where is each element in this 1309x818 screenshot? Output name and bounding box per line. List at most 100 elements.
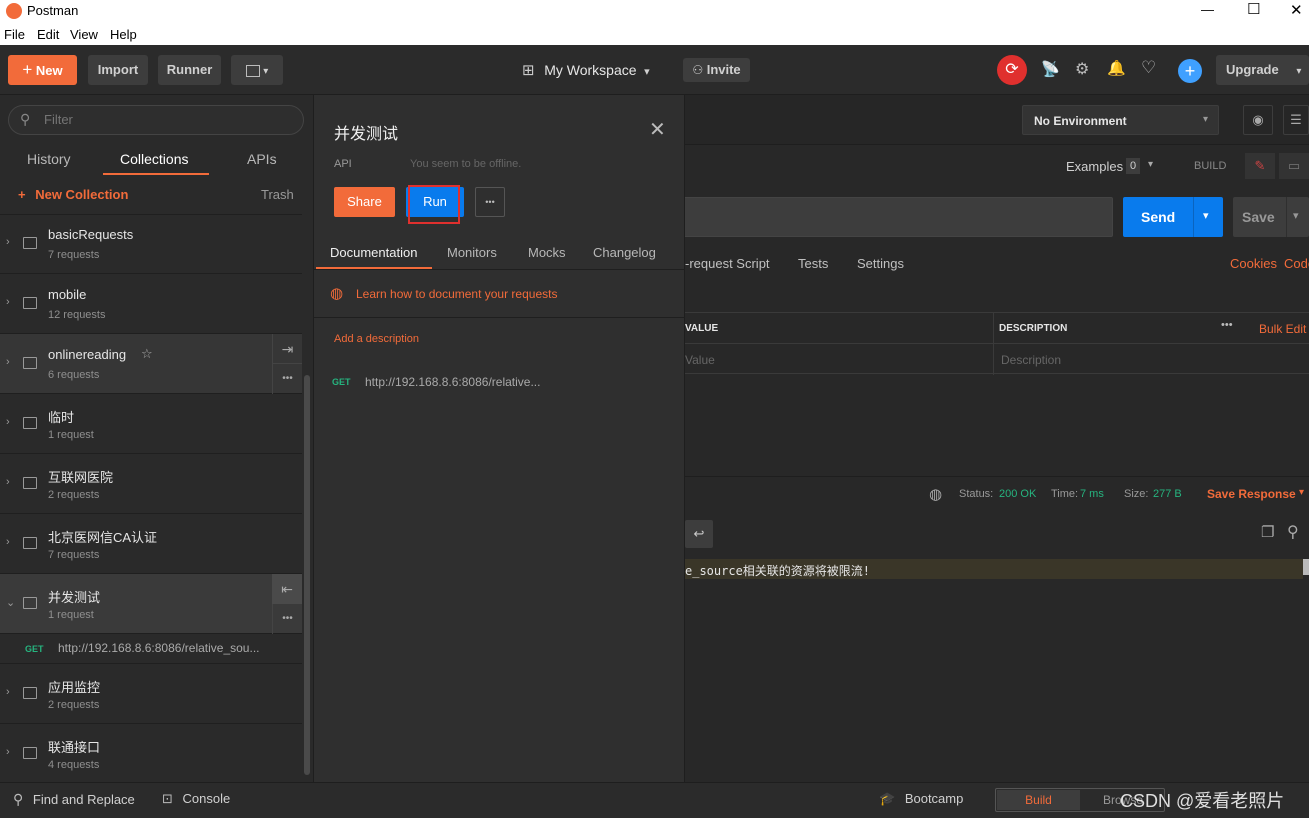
new-button[interactable]: + New: [8, 55, 77, 85]
filter-input-wrap[interactable]: ⚲: [8, 105, 304, 135]
workspace-switcher[interactable]: ⊞ My Workspace ▾: [522, 61, 650, 81]
more-options-button[interactable]: •••: [475, 187, 505, 217]
tab-apis[interactable]: APIs: [247, 151, 277, 167]
learn-docs-link[interactable]: Learn how to document your requests: [356, 287, 557, 301]
collection-item[interactable]: › 联通接口 4 requests: [0, 724, 302, 784]
tab-history[interactable]: History: [27, 151, 71, 167]
collection-item[interactable]: › basicRequests 7 requests: [0, 214, 302, 274]
url-input[interactable]: [685, 197, 1113, 237]
tab-monitors[interactable]: Monitors: [447, 245, 497, 260]
menu-help[interactable]: Help: [110, 27, 137, 42]
new-window-button[interactable]: ▾: [231, 55, 283, 85]
wrap-lines-button[interactable]: ↩: [685, 520, 713, 548]
sync-icon[interactable]: ⟳: [997, 55, 1027, 85]
chevron-down-icon[interactable]: ▾: [1148, 159, 1153, 170]
search-icon[interactable]: ⚲: [1287, 522, 1299, 542]
tab-collections[interactable]: Collections: [120, 151, 188, 167]
collection-item[interactable]: › onlinereading ☆ 6 requests ⇥ •••: [0, 334, 302, 394]
collection-item[interactable]: › mobile 12 requests: [0, 274, 302, 334]
description-input[interactable]: Description: [1001, 353, 1061, 367]
request-url[interactable]: http://192.168.8.6:8086/relative...: [365, 375, 540, 389]
status-label: Status:: [959, 488, 994, 500]
more-options-icon[interactable]: •••: [1221, 319, 1233, 331]
filter-input[interactable]: [44, 112, 284, 127]
close-button[interactable]: ✕: [1290, 1, 1303, 19]
console-button[interactable]: ⊡ Console: [162, 791, 230, 807]
collection-count: 1 request: [48, 609, 94, 621]
share-button[interactable]: Share: [334, 187, 395, 217]
save-button[interactable]: Save ▾: [1233, 197, 1309, 237]
build-mode-button[interactable]: Build: [997, 790, 1080, 810]
edit-pencil-icon[interactable]: ✎: [1245, 153, 1275, 179]
run-button-highlight: [408, 185, 460, 224]
notifications-bell-icon[interactable]: 🔔: [1107, 59, 1126, 77]
tab-changelog[interactable]: Changelog: [593, 245, 656, 260]
new-collection-button[interactable]: + New Collection: [18, 187, 128, 202]
environment-select[interactable]: No Environment ▾: [1022, 105, 1219, 135]
console-icon: ⊡: [162, 791, 173, 806]
send-button[interactable]: Send ▾: [1123, 197, 1223, 237]
collection-item-active[interactable]: ⌄ 并发测试 1 request ⇤ •••: [0, 574, 302, 634]
tab-tests[interactable]: Tests: [798, 256, 828, 271]
environment-quick-look[interactable]: ◉: [1243, 105, 1273, 135]
sidebar-scrollbar[interactable]: [304, 375, 310, 775]
collection-item[interactable]: › 北京医网信CA认证 7 requests: [0, 514, 302, 574]
collection-count: 2 requests: [48, 489, 100, 501]
graduation-cap-icon: 🎓: [879, 791, 896, 806]
expand-arrow-icon[interactable]: ⇥: [272, 334, 302, 364]
collection-item[interactable]: › 临时 1 request: [0, 394, 302, 454]
cookies-link[interactable]: Cookies: [1230, 256, 1277, 271]
menu-file[interactable]: File: [4, 27, 25, 42]
collection-count: 4 requests: [48, 759, 100, 771]
tab-documentation[interactable]: Documentation: [330, 245, 417, 260]
invite-button[interactable]: ⚇ Invite: [683, 58, 750, 82]
menu-edit[interactable]: Edit: [37, 27, 59, 42]
upgrade-button[interactable]: Upgrade ▾: [1216, 55, 1309, 85]
settings-gear-icon[interactable]: ⚙: [1075, 59, 1089, 79]
tab-mocks[interactable]: Mocks: [528, 245, 566, 260]
add-description-link[interactable]: Add a description: [334, 333, 419, 345]
response-scrollbar[interactable]: [1303, 559, 1309, 575]
send-divider: [1193, 197, 1194, 237]
find-replace-button[interactable]: ⚲ Find and Replace: [13, 791, 135, 808]
globe-icon: ◍: [330, 285, 344, 302]
request-item[interactable]: GET http://192.168.8.6:8086/relative_sou…: [0, 634, 302, 664]
avatar[interactable]: +: [1178, 59, 1202, 83]
save-response-button[interactable]: Save Response: [1207, 487, 1296, 501]
maximize-button[interactable]: ☐: [1247, 0, 1260, 18]
more-options-icon[interactable]: •••: [272, 604, 302, 634]
examples-label[interactable]: Examples: [1066, 159, 1123, 174]
collapse-arrow-icon[interactable]: ⇤: [272, 574, 302, 604]
chevron-down-icon[interactable]: ▾: [1299, 487, 1304, 498]
menu-view[interactable]: View: [70, 27, 98, 42]
runner-button[interactable]: Runner: [158, 55, 221, 85]
save-divider: [1286, 197, 1287, 237]
bulk-edit-link[interactable]: Bulk Edit: [1259, 322, 1306, 336]
collection-item[interactable]: › 应用监控 2 requests: [0, 664, 302, 724]
minimize-button[interactable]: —: [1201, 2, 1214, 17]
tab-settings[interactable]: Settings: [857, 256, 904, 271]
more-options-icon[interactable]: •••: [272, 364, 302, 394]
method-badge: GET: [25, 644, 44, 654]
chevron-right-icon: ›: [6, 536, 10, 548]
console-label: Console: [182, 791, 231, 806]
sliders-icon: ☰: [1290, 112, 1302, 127]
wrap-lines-icon: ↩: [693, 526, 705, 541]
bootcamp-button[interactable]: 🎓 Bootcamp: [879, 791, 963, 807]
collection-item[interactable]: › 互联网医院 2 requests: [0, 454, 302, 514]
environment-settings[interactable]: ☰: [1283, 105, 1309, 135]
trash-link[interactable]: Trash: [261, 187, 294, 202]
star-icon[interactable]: ☆: [141, 346, 153, 362]
interceptor-icon[interactable]: 📡: [1041, 60, 1060, 78]
comment-icon[interactable]: ▭: [1279, 153, 1309, 179]
collection-name: 互联网医院: [48, 470, 114, 485]
value-input[interactable]: Value: [685, 353, 715, 367]
tab-pre-request-script[interactable]: -request Script: [685, 256, 770, 271]
build-label: BUILD: [1194, 160, 1227, 172]
copy-icon[interactable]: ❐: [1261, 523, 1274, 541]
import-button[interactable]: Import: [88, 55, 148, 85]
code-link[interactable]: Code: [1284, 256, 1309, 271]
heart-icon[interactable]: ♡: [1141, 58, 1156, 78]
close-icon[interactable]: ✕: [649, 117, 666, 142]
collection-count: 12 requests: [48, 309, 106, 321]
